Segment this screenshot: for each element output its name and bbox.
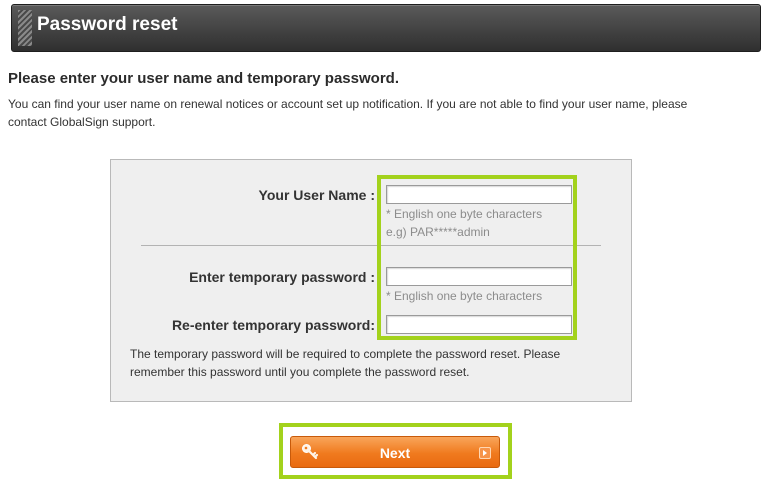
header-stripe-decoration bbox=[18, 10, 32, 46]
page-header: Password reset bbox=[11, 4, 761, 52]
instructions-description: You can find your user name on renewal n… bbox=[8, 97, 688, 129]
temp-password-label: Enter temporary password : bbox=[189, 269, 375, 285]
next-button[interactable]: Next bbox=[290, 436, 500, 468]
input-highlight-box bbox=[377, 175, 577, 340]
password-note: The temporary password will be required … bbox=[130, 347, 561, 379]
arrow-right-icon bbox=[479, 447, 491, 459]
instructions-heading: Please enter your user name and temporar… bbox=[8, 70, 399, 87]
reenter-password-label: Re-enter temporary password: bbox=[171, 317, 375, 333]
next-button-label: Next bbox=[379, 445, 411, 461]
page-title: Password reset bbox=[37, 14, 178, 35]
username-label: Your User Name : bbox=[258, 187, 375, 203]
